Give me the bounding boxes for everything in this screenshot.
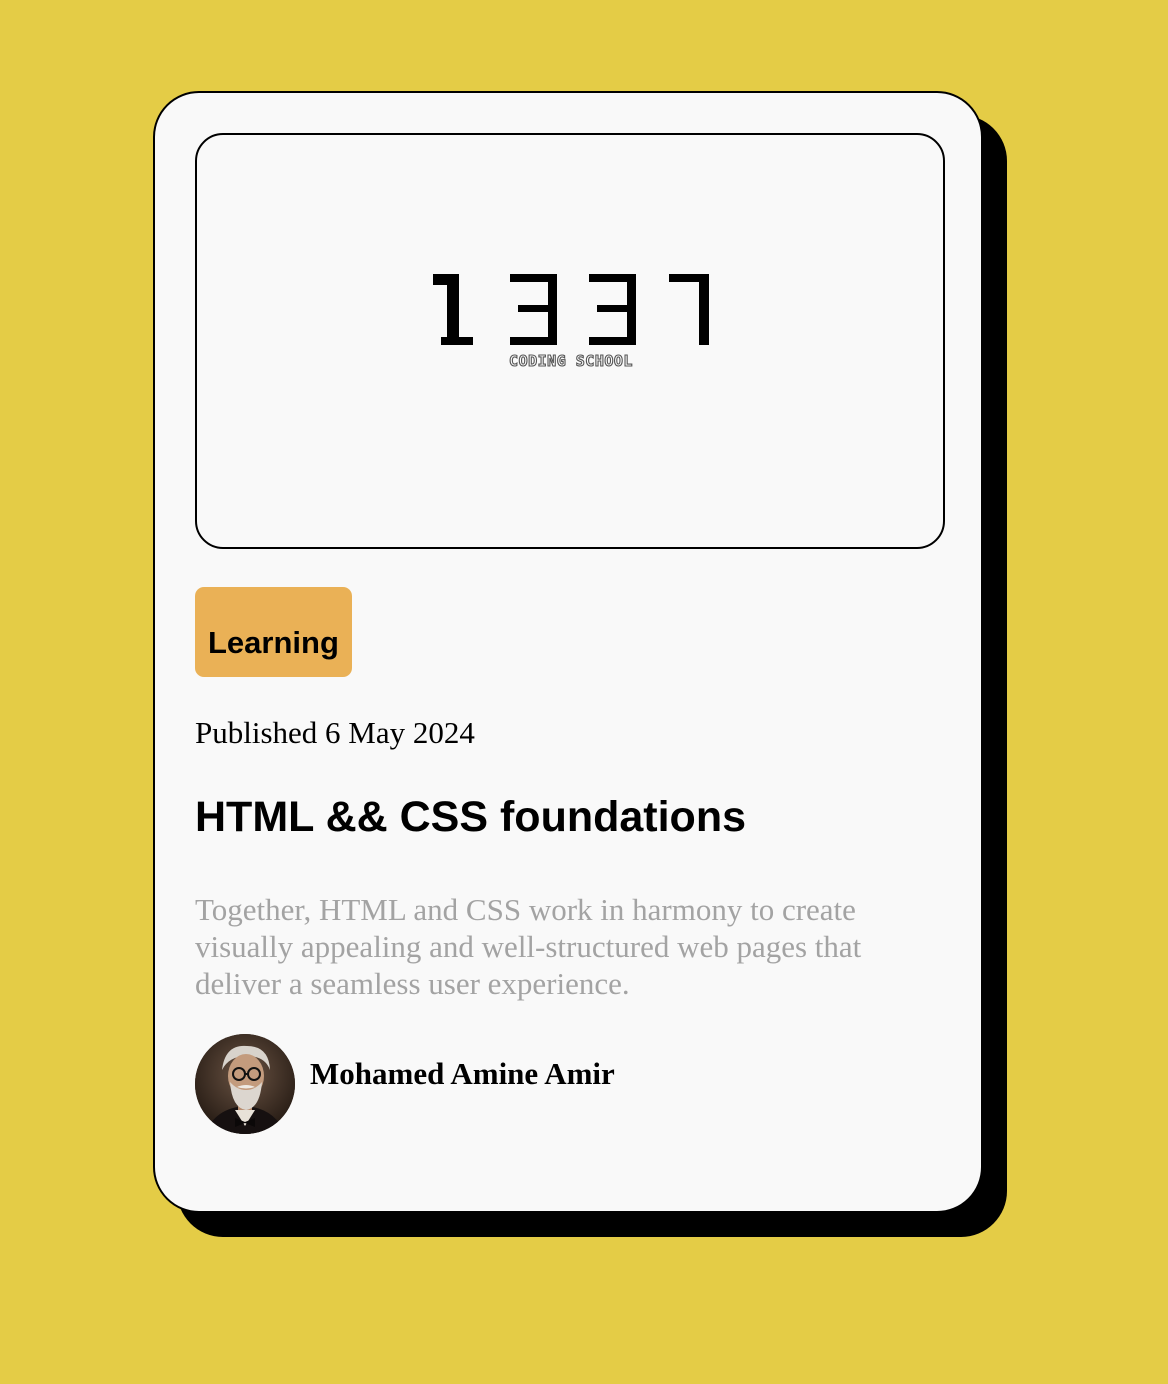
- blog-preview-card: CODING SCHOOL Learning Published 6 May 2…: [153, 91, 983, 1213]
- author: Mohamed Amine Amir: [195, 1034, 615, 1134]
- article-description: Together, HTML and CSS work in harmony t…: [195, 892, 862, 1001]
- author-portrait-icon: [195, 1034, 295, 1134]
- avatar: [195, 1034, 295, 1134]
- article-title[interactable]: HTML && CSS foundations: [195, 793, 746, 842]
- category-tag-label: Learning: [208, 625, 339, 660]
- published-date: Published 6 May 2024: [195, 715, 475, 750]
- hero-image: CODING SCHOOL: [195, 133, 945, 549]
- author-name[interactable]: Mohamed Amine Amir: [310, 1056, 615, 1092]
- logo-digits: [433, 274, 709, 345]
- coding-school-logo: CODING SCHOOL: [433, 274, 709, 371]
- logo-subtitle: CODING SCHOOL: [509, 352, 633, 370]
- category-tag: Learning: [195, 587, 352, 677]
